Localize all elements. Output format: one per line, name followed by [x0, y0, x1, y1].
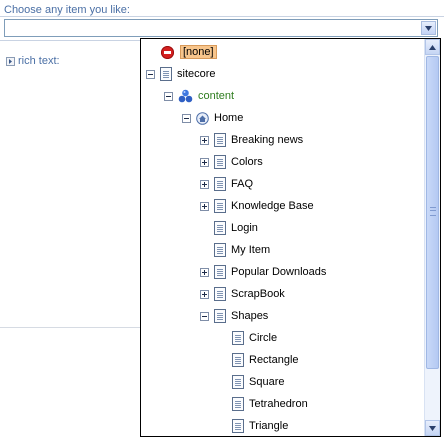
tree-item-label: Square: [249, 376, 285, 388]
collapse-icon[interactable]: [146, 69, 155, 79]
vertical-scrollbar[interactable]: [424, 39, 440, 436]
rich-text-label: rich text:: [18, 55, 60, 67]
tree-item-triangle[interactable]: Triangle: [232, 416, 288, 436]
tree-item-label: Rectangle: [249, 354, 299, 366]
document-icon: [214, 265, 226, 279]
tree-item-label: content: [198, 90, 235, 102]
tree-item-label: Breaking news: [231, 134, 304, 146]
tree-item-breaking-news[interactable]: Breaking news: [200, 130, 303, 150]
collapse-icon[interactable]: [182, 113, 191, 123]
collapse-icon[interactable]: [200, 311, 209, 321]
document-icon: [214, 287, 226, 301]
chevron-down-icon: [429, 425, 436, 431]
scroll-up-button[interactable]: [425, 39, 440, 55]
tree-item-label: Triangle: [249, 420, 289, 432]
tree-item-popular-downloads[interactable]: Popular Downloads: [200, 262, 326, 282]
tree-item-scrapbook[interactable]: ScrapBook: [200, 284, 285, 304]
tree-item-label: FAQ: [231, 178, 254, 190]
tree-item-my-item[interactable]: My Item: [214, 240, 270, 260]
tree-item-label: Popular Downloads: [231, 266, 327, 278]
dropdown-toggle-button[interactable]: [421, 21, 436, 35]
document-icon: [214, 309, 226, 323]
document-icon: [160, 67, 172, 81]
tree-item-shapes[interactable]: Shapes: [200, 306, 268, 326]
expand-arrow-icon: [6, 56, 15, 66]
document-icon: [214, 243, 226, 257]
tree-item-label: Tetrahedron: [249, 398, 308, 410]
tree-item-sitecore[interactable]: sitecore: [146, 64, 216, 84]
content-tree: [none] sitecore content Home Breaking ne…: [141, 39, 425, 436]
scroll-down-button[interactable]: [425, 420, 440, 436]
tree-item-label: My Item: [231, 244, 271, 256]
content-icon: [178, 89, 193, 103]
tree-item-tetrahedron[interactable]: Tetrahedron: [232, 394, 308, 414]
collapse-icon[interactable]: [164, 91, 173, 101]
expand-icon[interactable]: [200, 157, 209, 167]
tree-item-square[interactable]: Square: [232, 372, 284, 392]
item-dropdown[interactable]: [4, 19, 438, 37]
expand-icon[interactable]: [200, 267, 209, 277]
expand-icon[interactable]: [200, 201, 209, 211]
tree-item-label: Home: [214, 112, 244, 124]
document-icon: [232, 353, 244, 367]
tree-item-label: Knowledge Base: [231, 200, 314, 212]
tree-item-login[interactable]: Login: [214, 218, 258, 238]
tree-item-label: ScrapBook: [231, 288, 285, 300]
tree-item-knowledge-base[interactable]: Knowledge Base: [200, 196, 314, 216]
tree-item-label: Shapes: [231, 310, 269, 322]
tree-item-home[interactable]: Home: [182, 108, 243, 128]
tree-item-label: Colors: [231, 156, 263, 168]
tree-item-label: sitecore: [177, 68, 216, 80]
tree-item-none[interactable]: [none]: [161, 42, 217, 62]
scrollbar-thumb[interactable]: [426, 56, 439, 369]
tree-item-label: [none]: [180, 45, 217, 59]
document-icon: [214, 155, 226, 169]
document-icon: [232, 331, 244, 345]
expand-icon[interactable]: [200, 179, 209, 189]
expand-icon[interactable]: [200, 135, 209, 145]
field-label: Choose any item you like:: [4, 4, 130, 16]
document-icon: [232, 397, 244, 411]
tree-item-content[interactable]: content: [164, 86, 234, 106]
chevron-up-icon: [429, 44, 436, 50]
document-icon: [214, 177, 226, 191]
rich-text-toggle[interactable]: rich text:: [6, 55, 60, 67]
no-entry-icon: [161, 45, 174, 59]
left-panel-bottom-divider: [0, 327, 140, 328]
tree-item-rectangle[interactable]: Rectangle: [232, 350, 299, 370]
left-panel-divider: [0, 40, 140, 41]
document-icon: [214, 133, 226, 147]
document-icon: [232, 419, 244, 433]
chevron-down-icon: [425, 25, 432, 31]
document-icon: [232, 375, 244, 389]
home-icon: [196, 111, 209, 125]
grip-icon: [430, 207, 436, 216]
document-icon: [214, 199, 226, 213]
tree-item-circle[interactable]: Circle: [232, 328, 277, 348]
tree-item-label: Login: [231, 222, 258, 234]
expand-icon[interactable]: [200, 289, 209, 299]
tree-item-colors[interactable]: Colors: [200, 152, 263, 172]
header-divider: [0, 16, 444, 17]
tree-item-faq[interactable]: FAQ: [200, 174, 253, 194]
tree-item-label: Circle: [249, 332, 278, 344]
tree-dropdown-popup: [none] sitecore content Home Breaking ne…: [140, 38, 441, 437]
document-icon: [214, 221, 226, 235]
